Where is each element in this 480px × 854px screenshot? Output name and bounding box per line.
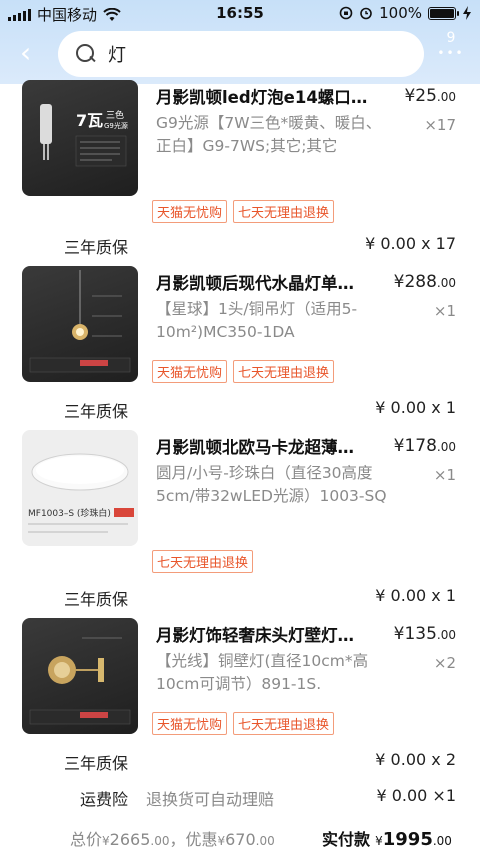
status-right: 100% [339, 4, 472, 22]
product-thumbnail[interactable]: MF1003–S (珍珠白) [22, 430, 138, 546]
product-title[interactable]: 月影凯顿北欧马卡龙超薄… [156, 434, 378, 458]
discount-dec: .00 [255, 834, 275, 848]
discount-currency: ¥ [217, 834, 226, 848]
warranty-label: 三年质保 [64, 754, 129, 773]
ceiling-light-image-icon: MF1003–S (珍珠白) [28, 453, 134, 533]
price-int: ¥178 [393, 436, 437, 456]
product-price: ¥25.00 [404, 86, 456, 106]
shipping-insurance-value: ¥ 0.00 ×1 [376, 786, 456, 805]
warranty-value: ¥ 0.00 x 1 [375, 586, 456, 605]
discount-label: ，优惠 [169, 830, 218, 849]
paid-label: 实付款 [322, 830, 371, 849]
back-icon[interactable]: ‹ [20, 38, 44, 68]
product-price: ¥135.00 [394, 624, 456, 644]
service-tags: 天猫无忧购 七天无理由退换 [152, 200, 335, 223]
status-bar: 中国移动 16:55 100% [0, 0, 480, 28]
wall-lamp-image-icon [29, 637, 131, 725]
product-qty: ×1 [433, 466, 456, 484]
warranty-label: 三年质保 [64, 402, 129, 421]
total-currency: ¥ [102, 834, 110, 848]
paid-int: 1995 [382, 829, 433, 850]
search-input[interactable] [108, 43, 408, 65]
dots-icon: ••• [437, 46, 465, 60]
total-and-discount: 总价¥2665.00，优惠¥670.00 [70, 826, 275, 850]
price-int: ¥135 [393, 624, 437, 644]
warranty-value: ¥ 0.00 x 17 [365, 234, 456, 253]
thumb-text-watt: 7瓦 [76, 111, 103, 130]
warranty-label: 三年质保 [64, 590, 129, 609]
shipping-insurance-desc: 退换货可自动理赔 [146, 790, 275, 809]
bulb-image-icon: 7瓦 三色 G9光源 [40, 104, 128, 167]
warranty-value: ¥ 0.00 x 1 [375, 398, 456, 417]
service-tags: 天猫无忧购 七天无理由退换 [152, 712, 335, 735]
product-thumbnail[interactable] [22, 618, 138, 734]
order-summary: 总价¥2665.00，优惠¥670.00 实付款 ¥1995.00 [0, 826, 480, 854]
product-spec: 【光线】铜壁灯(直径10cm*高10cm可调节）891-1S. [156, 652, 369, 693]
price-int: ¥25 [404, 86, 437, 106]
service-tags: 七天无理由退换 [152, 550, 254, 573]
product-qty: ×17 [424, 116, 456, 134]
total-int: 2665 [109, 830, 151, 849]
price-dec: .00 [436, 276, 456, 290]
search-icon [76, 44, 96, 64]
product-title[interactable]: 月影凯顿led灯泡e14螺口e2… [156, 84, 378, 108]
product-title[interactable]: 月影灯饰轻奢床头灯壁灯… [156, 622, 378, 646]
tag-seven-day-return[interactable]: 七天无理由退换 [233, 360, 335, 383]
price-dec: .00 [436, 628, 456, 642]
charging-icon [463, 6, 471, 20]
product-qty: ×1 [433, 302, 456, 320]
shipping-insurance-label: 运费险 [80, 790, 129, 809]
tag-tmall-worry-free[interactable]: 天猫无忧购 [152, 200, 228, 223]
product-qty: ×2 [433, 654, 456, 672]
pendant-lamp-image-icon [29, 270, 131, 373]
product-title[interactable]: 月影凯顿后现代水晶灯单… [156, 270, 378, 294]
tag-tmall-worry-free[interactable]: 天猫无忧购 [152, 360, 228, 383]
paid-currency: ¥ [375, 834, 383, 848]
tag-seven-day-return[interactable]: 七天无理由退换 [233, 200, 335, 223]
orientation-lock-icon [339, 6, 353, 20]
product-thumbnail[interactable]: 7瓦 三色 G9光源 [22, 80, 138, 196]
product-thumbnail[interactable] [22, 266, 138, 382]
alarm-icon [360, 7, 372, 20]
total-label: 总价 [70, 830, 103, 849]
thumb-text-model: MF1003–S (珍珠白) [28, 507, 111, 519]
battery-percentage: 100% [379, 4, 422, 22]
paid-amount: 实付款 ¥1995.00 [322, 826, 452, 850]
product-spec: 【星球】1头/铜吊灯（适用5-10m²)MC350-1DA [156, 300, 358, 341]
thumb-text-source: G9光源 [104, 121, 128, 130]
search-box[interactable] [58, 31, 424, 77]
product-spec: G9光源【7W三色*暖黄、暖白、正白】G9-7WS;其它;其它 [156, 114, 382, 155]
battery-icon [428, 6, 459, 20]
price-int: ¥288 [393, 272, 437, 292]
product-price: ¥178.00 [394, 436, 456, 456]
top-header: 中国移动 16:55 100% ‹ 9 ••• [0, 0, 480, 84]
tag-seven-day-return[interactable]: 七天无理由退换 [233, 712, 335, 735]
product-spec: 圆月/小号-珍珠白（直径30高度5cm/带32wLED光源）1003-SQ [156, 464, 387, 505]
thumb-text-color: 三色 [106, 109, 124, 121]
more-icon[interactable]: 9 ••• [436, 26, 466, 60]
paid-dec: .00 [432, 834, 452, 848]
price-dec: .00 [436, 90, 456, 104]
discount-int: 670 [225, 830, 256, 849]
total-dec: .00 [150, 834, 170, 848]
warranty-label: 三年质保 [64, 238, 129, 257]
price-dec: .00 [436, 440, 456, 454]
tag-tmall-worry-free[interactable]: 天猫无忧购 [152, 712, 228, 735]
warranty-value: ¥ 0.00 x 2 [375, 750, 456, 769]
service-tags: 天猫无忧购 七天无理由退换 [152, 360, 335, 383]
product-price: ¥288.00 [394, 272, 456, 292]
tag-seven-day-return[interactable]: 七天无理由退换 [152, 550, 254, 573]
